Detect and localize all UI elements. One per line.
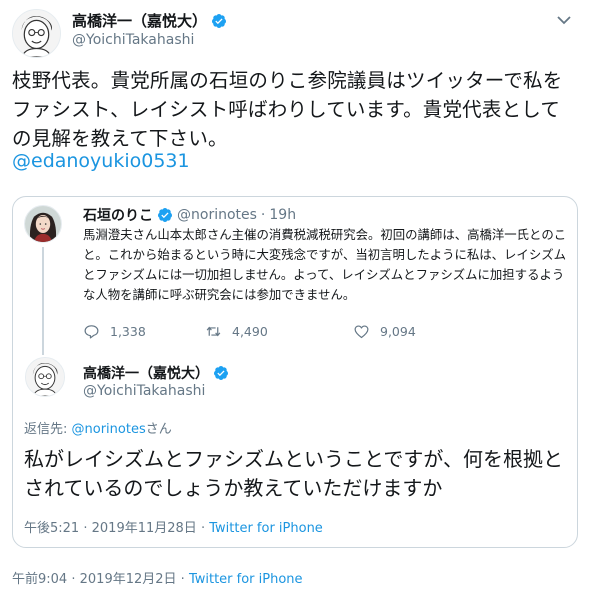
verified-badge-icon bbox=[213, 366, 228, 380]
reply-author-handle[interactable]: @YoichiTakahashi bbox=[83, 383, 205, 399]
quoted-author-name[interactable]: 石垣のりこ bbox=[83, 205, 153, 225]
source-link[interactable]: Twitter for iPhone bbox=[189, 572, 303, 587]
separator-dot: · bbox=[180, 572, 185, 587]
replying-to: 返信先: @norinotesさん bbox=[24, 418, 172, 437]
like-count: 9,094 bbox=[380, 324, 416, 339]
heart-icon bbox=[354, 325, 369, 339]
quoted-author-avatar[interactable] bbox=[24, 205, 62, 243]
replying-to-mention[interactable]: @norinotes bbox=[72, 422, 146, 437]
reply-author-avatar[interactable] bbox=[25, 357, 65, 397]
separator-dot: · bbox=[71, 572, 76, 587]
separator-dot: · bbox=[83, 521, 88, 536]
reply-button[interactable]: 1,338 bbox=[83, 323, 146, 340]
chevron-down-icon[interactable] bbox=[556, 14, 572, 26]
replying-suffix: さん bbox=[145, 422, 172, 437]
quoted-tweet-card[interactable]: 石垣のりこ @norinotes · 19h 馬淵澄夫さん山本太郎さん主催の消費… bbox=[12, 196, 578, 548]
quoted-tweet-actions: 1,338 4,490 9,094 bbox=[83, 323, 503, 343]
reply-tweet-meta: 午後5:21 · 2019年11月28日 · Twitter for iPhon… bbox=[24, 517, 323, 536]
quoted-tweet-age[interactable]: 19h bbox=[269, 207, 296, 223]
author-handle[interactable]: @YoichiTakahashi bbox=[72, 32, 194, 48]
thread-line bbox=[42, 247, 44, 355]
separator-dot: · bbox=[260, 207, 266, 223]
reply-tweet-text: 私がレイシズムとファシズムということですが、何を根拠とされているのでしょうか教え… bbox=[24, 447, 563, 500]
replying-label: 返信先: bbox=[24, 422, 72, 437]
author-name-text: 高橋洋一（嘉悦大） bbox=[72, 12, 208, 30]
tweet-time[interactable]: 午前9:04 bbox=[12, 572, 67, 587]
reply-author-name-text: 高橋洋一（嘉悦大） bbox=[83, 366, 209, 382]
tweet-meta: 午前9:04 · 2019年12月2日 · Twitter for iPhone bbox=[12, 568, 303, 587]
author-avatar[interactable] bbox=[12, 9, 61, 58]
reply-time[interactable]: 午後5:21 bbox=[24, 521, 79, 536]
quoted-tweet-header: 石垣のりこ @norinotes · 19h bbox=[83, 205, 296, 225]
like-button[interactable]: 9,094 bbox=[353, 323, 416, 340]
tweet-date[interactable]: 2019年12月2日 bbox=[80, 572, 177, 587]
quoted-author-handle[interactable]: @norinotes bbox=[177, 207, 257, 223]
retweet-icon bbox=[206, 326, 221, 337]
verified-badge-icon bbox=[212, 13, 227, 28]
author-name[interactable]: 高橋洋一（嘉悦大） bbox=[72, 10, 227, 31]
reply-count: 1,338 bbox=[110, 324, 146, 339]
reply-icon bbox=[84, 325, 99, 339]
reply-author-name[interactable]: 高橋洋一（嘉悦大） bbox=[83, 363, 229, 383]
tweet-text: 枝野代表。貴党所属の石垣のりこ参院議員はツイッターで私をファシスト、レイシスト呼… bbox=[12, 69, 563, 150]
retweet-count: 4,490 bbox=[232, 324, 268, 339]
separator-dot: · bbox=[200, 521, 206, 536]
reply-source-link[interactable]: Twitter for iPhone bbox=[209, 521, 323, 536]
quoted-tweet-text: 馬淵澄夫さん山本太郎さん主催の消費税減税研究会。初回の講師は、高橋洋一氏とのこと… bbox=[83, 227, 567, 302]
retweet-button[interactable]: 4,490 bbox=[205, 323, 268, 340]
reply-date[interactable]: 2019年11月28日 bbox=[92, 521, 197, 536]
mention-link[interactable]: @edanoyukio0531 bbox=[12, 150, 190, 172]
verified-badge-icon bbox=[157, 208, 172, 222]
